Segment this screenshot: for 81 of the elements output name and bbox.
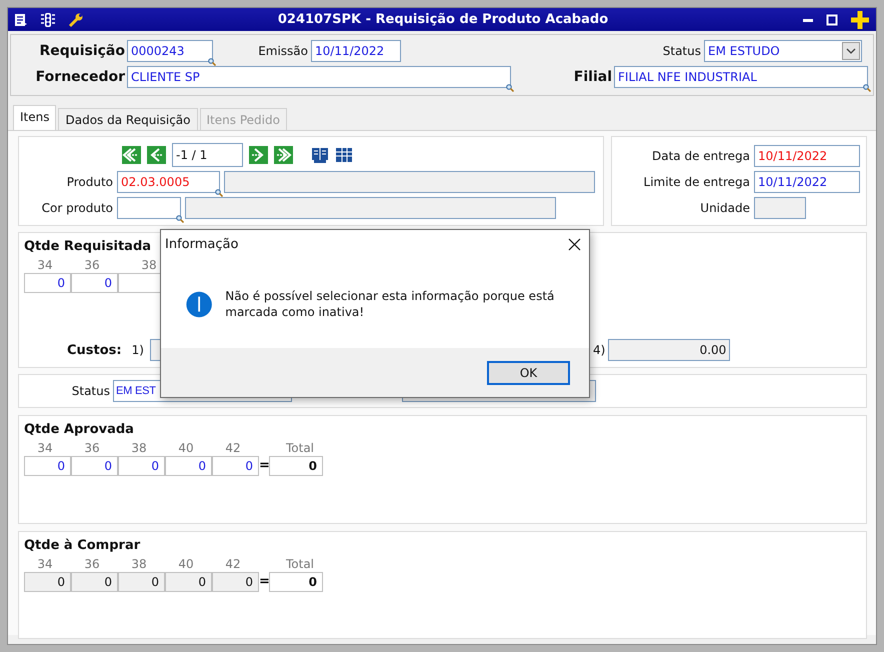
wrench-icon[interactable] bbox=[68, 12, 84, 28]
search-icon[interactable] bbox=[215, 189, 223, 197]
size-label: 34 bbox=[36, 257, 54, 273]
size-label: 42 bbox=[224, 440, 242, 456]
search-icon[interactable] bbox=[176, 215, 184, 223]
field-label: Unidade bbox=[699, 201, 750, 215]
window-title: 024107SPK - Requisição de Produto Acabado bbox=[276, 12, 610, 27]
first-record-icon[interactable] bbox=[122, 146, 141, 164]
size-label: 36 bbox=[83, 440, 101, 456]
quantity-cell[interactable]: 0 bbox=[24, 273, 71, 293]
dialog-title: Informação bbox=[165, 236, 238, 252]
plus-icon[interactable] bbox=[850, 10, 870, 30]
quantity-cell[interactable]: 0 bbox=[24, 572, 71, 592]
size-label: 38 bbox=[140, 257, 158, 273]
size-label: 40 bbox=[177, 440, 195, 456]
cost-index: 1) bbox=[132, 343, 144, 357]
quantity-cell[interactable]: 0 bbox=[212, 456, 259, 476]
field-label: Cor produto bbox=[40, 201, 113, 215]
search-icon[interactable] bbox=[506, 84, 514, 92]
quantity-cell[interactable]: 0 bbox=[212, 572, 259, 592]
document-icon[interactable] bbox=[14, 12, 28, 26]
cost-field[interactable]: 0.00 bbox=[608, 339, 730, 361]
product-description-field[interactable] bbox=[224, 171, 595, 193]
size-label: 38 bbox=[130, 556, 148, 572]
total-cell: 0 bbox=[269, 456, 323, 476]
ok-button[interactable]: OK bbox=[487, 360, 570, 384]
field-label: Data de entrega bbox=[651, 149, 750, 163]
traffic-light-icon[interactable] bbox=[40, 12, 56, 28]
size-label: 36 bbox=[83, 257, 101, 273]
next-record-icon[interactable] bbox=[249, 146, 268, 164]
size-label: 40 bbox=[177, 556, 195, 572]
quantity-cell[interactable]: 0 bbox=[118, 456, 165, 476]
tab[interactable]: Dados da Requisição bbox=[58, 108, 198, 130]
total-label: Total bbox=[284, 556, 316, 572]
equals-sign: = bbox=[259, 573, 269, 591]
field-label: Limite de entrega bbox=[642, 175, 750, 189]
quantity-cell[interactable]: 0 bbox=[165, 572, 212, 592]
date-field[interactable]: 10/11/2022 bbox=[311, 40, 401, 62]
quantity-cell[interactable]: 0 bbox=[24, 456, 71, 476]
search-icon[interactable] bbox=[863, 84, 871, 92]
previous-record-icon[interactable] bbox=[147, 146, 166, 164]
field-label: Fornecedor bbox=[34, 69, 126, 85]
color-description-field[interactable] bbox=[185, 197, 556, 219]
field-label: Produto bbox=[66, 175, 113, 189]
field-label: Filial bbox=[572, 69, 613, 85]
section-title: Qtde Requisitada bbox=[24, 238, 152, 256]
search-icon[interactable] bbox=[208, 58, 216, 66]
section-title: Qtde à Comprar bbox=[24, 537, 140, 555]
delivery-limit-field[interactable]: 10/11/2022 bbox=[754, 171, 860, 193]
caret-icon bbox=[842, 42, 860, 60]
quantity-cell[interactable]: 0 bbox=[71, 456, 118, 476]
last-record-icon[interactable] bbox=[274, 146, 293, 164]
field-label: Emissão bbox=[257, 44, 309, 58]
cost-index: 4) bbox=[592, 343, 606, 357]
total-label: Total bbox=[284, 440, 316, 456]
delivery-date-field[interactable]: 10/11/2022 bbox=[754, 145, 860, 167]
book-icon[interactable] bbox=[311, 146, 329, 164]
quantity-cell[interactable]: 0 bbox=[71, 273, 118, 293]
size-label: 36 bbox=[83, 556, 101, 572]
quantity-cell[interactable]: 0 bbox=[165, 456, 212, 476]
quantity-cell[interactable]: 0 bbox=[71, 572, 118, 592]
table-icon[interactable] bbox=[335, 146, 353, 164]
size-label: 42 bbox=[224, 556, 242, 572]
unit-field[interactable] bbox=[754, 197, 806, 219]
field-label: Requisição bbox=[38, 43, 126, 59]
size-label: 34 bbox=[36, 440, 54, 456]
field-label: Status bbox=[70, 384, 111, 398]
equals-sign: = bbox=[259, 457, 269, 475]
size-label: 34 bbox=[36, 556, 54, 572]
close-icon[interactable] bbox=[568, 238, 581, 250]
field-label: Status bbox=[662, 44, 702, 58]
tab[interactable]: Itens bbox=[13, 105, 56, 130]
total-cell: 0 bbox=[269, 572, 323, 592]
maximize-icon[interactable] bbox=[826, 14, 838, 26]
quantity-cell[interactable]: 0 bbox=[118, 572, 165, 592]
size-label: 38 bbox=[130, 440, 148, 456]
record-position-field[interactable]: -1 / 1 bbox=[172, 143, 243, 167]
costs-label: Custos: bbox=[67, 342, 122, 358]
dialog-message: Não é possível selecionar esta informação porque está marcada como inativa! bbox=[225, 288, 556, 320]
status-dropdown[interactable]: EM ESTUDO bbox=[704, 40, 862, 62]
section-title: Qtde Aprovada bbox=[24, 421, 134, 439]
